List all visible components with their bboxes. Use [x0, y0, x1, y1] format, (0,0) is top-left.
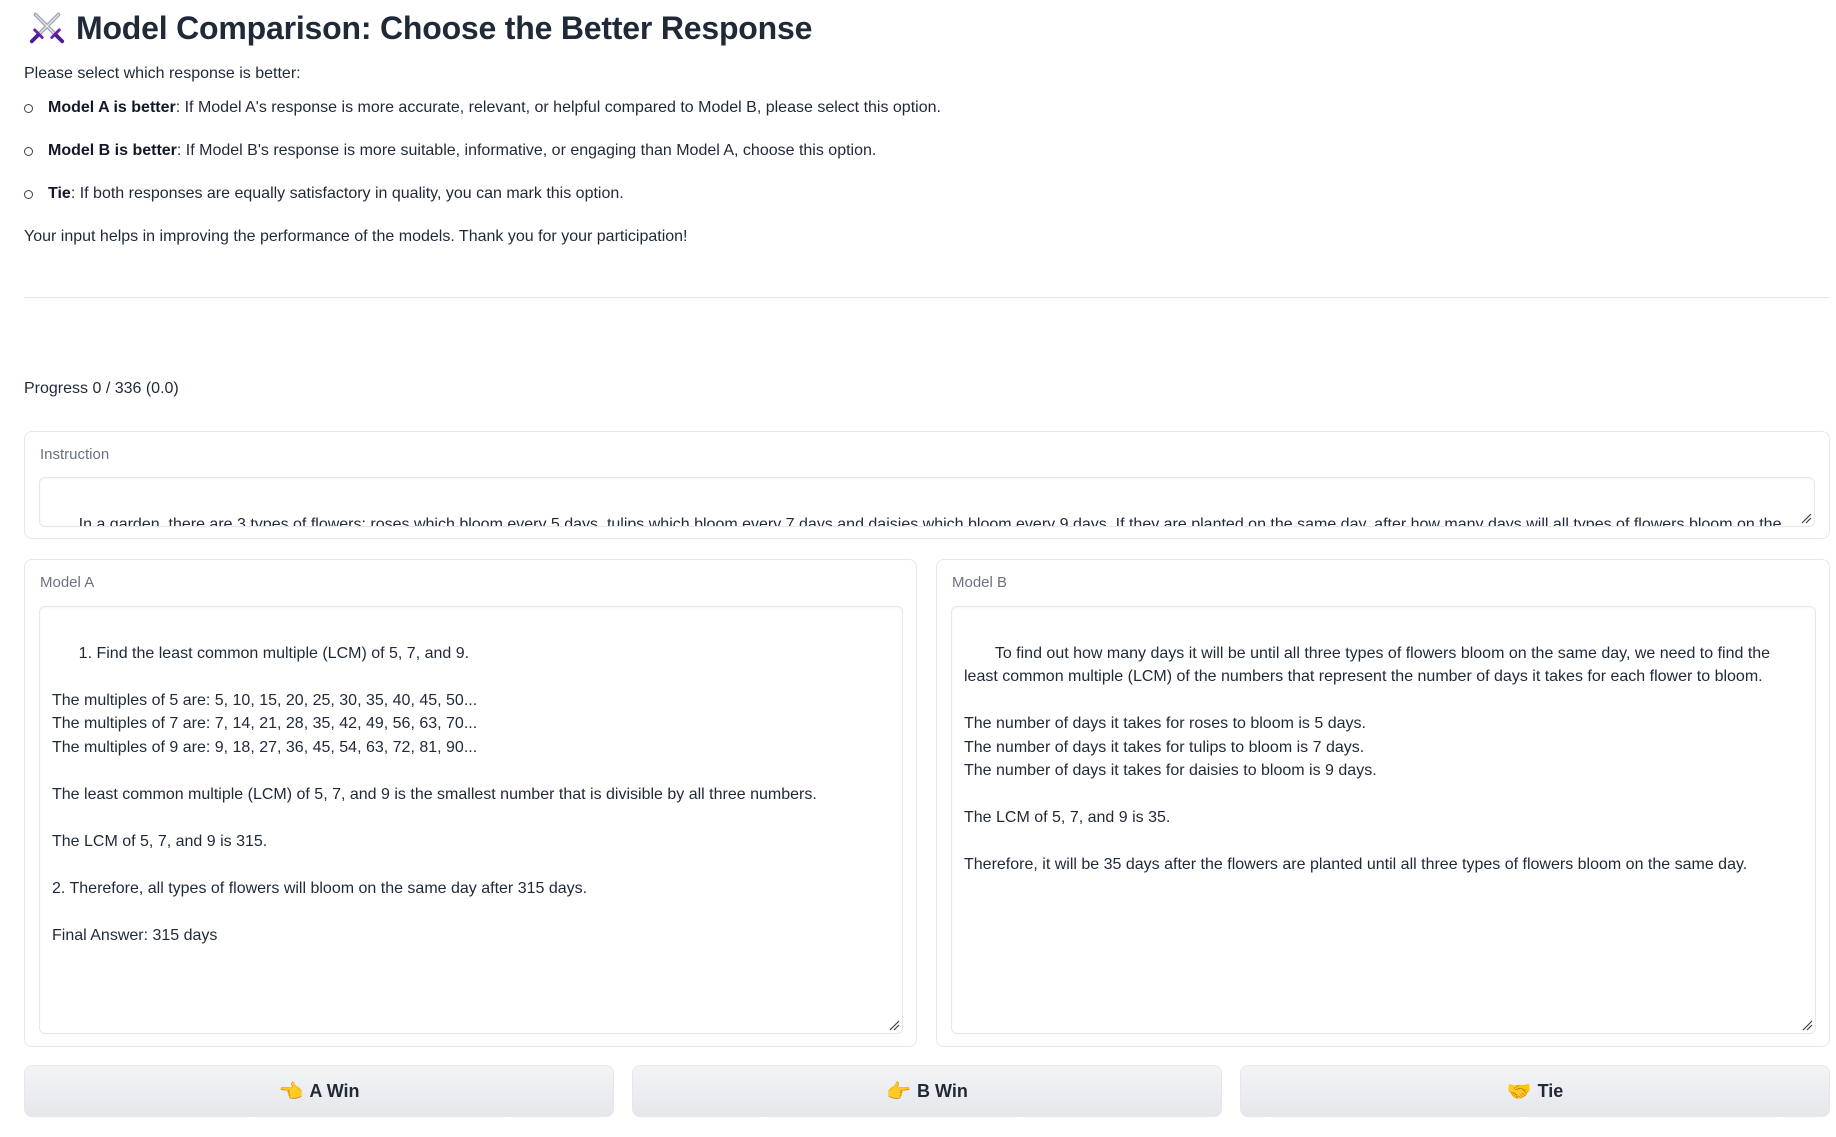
progress-text: Progress 0 / 336 (0.0)	[24, 380, 179, 397]
model-b-label: Model B	[952, 574, 1008, 591]
pointing-right-icon: 👉	[886, 1080, 912, 1103]
thanks-text: Your input helps in improving the perfor…	[24, 228, 688, 245]
resize-handle-icon[interactable]	[1801, 1019, 1813, 1031]
model-b-textarea[interactable]: To find out how many days it will be unt…	[951, 606, 1816, 1034]
tie-label: Tie	[1537, 1080, 1564, 1101]
handshake-icon: 🤝	[1506, 1080, 1532, 1103]
option-list: Model A is better: If Model A's response…	[24, 96, 1830, 225]
a-win-label: A Win	[309, 1080, 360, 1101]
crossed-swords-icon	[29, 12, 65, 44]
resize-handle-icon[interactable]	[1800, 512, 1812, 524]
divider	[24, 297, 1830, 298]
option-description: : If both responses are equally satisfac…	[70, 185, 624, 202]
model-b-response: To find out how many days it will be unt…	[964, 644, 1771, 874]
bullet-icon	[24, 190, 33, 199]
model-a-textarea[interactable]: 1. Find the least common multiple (LCM) …	[39, 606, 903, 1034]
instruction-label: Instruction	[40, 446, 110, 463]
instruction-textarea[interactable]: In a garden, there are 3 types of flower…	[39, 477, 1815, 527]
instruction-panel: Instruction In a garden, there are 3 typ…	[24, 431, 1830, 539]
model-a-label: Model A	[40, 574, 95, 591]
option-title: Model A is better	[48, 99, 176, 116]
tie-button[interactable]: 🤝 Tie	[1240, 1065, 1830, 1117]
instruction-text: In a garden, there are 3 types of flower…	[78, 515, 1782, 527]
option-description: : If Model B's response is more suitable…	[176, 142, 877, 159]
page: Model Comparison: Choose the Better Resp…	[24, 0, 1830, 1117]
list-item: Model A is better: If Model A's response…	[24, 96, 1830, 139]
option-title: Tie	[48, 185, 71, 202]
option-description: : If Model A's response is more accurate…	[175, 99, 941, 116]
list-item: Model B is better: If Model B's response…	[24, 139, 1830, 182]
bullet-icon	[24, 147, 33, 156]
model-b-panel: Model B To find out how many days it wil…	[936, 559, 1830, 1047]
page-title: Model Comparison: Choose the Better Resp…	[76, 9, 813, 46]
b-win-label: B Win	[917, 1080, 968, 1101]
resize-handle-icon[interactable]	[888, 1019, 900, 1031]
model-a-panel: Model A 1. Find the least common multipl…	[24, 559, 917, 1047]
model-a-response: 1. Find the least common multiple (LCM) …	[52, 644, 817, 944]
header: Model Comparison: Choose the Better Resp…	[24, 0, 1830, 56]
bullet-icon	[24, 104, 33, 113]
list-item: Tie: If both responses are equally satis…	[24, 182, 1830, 225]
pointing-left-icon: 👈	[278, 1080, 304, 1103]
b-win-button[interactable]: 👉 B Win	[632, 1065, 1222, 1117]
option-title: Model B is better	[48, 142, 177, 159]
a-win-button[interactable]: 👈 A Win	[24, 1065, 614, 1117]
intro-text: Please select which response is better:	[24, 65, 301, 82]
